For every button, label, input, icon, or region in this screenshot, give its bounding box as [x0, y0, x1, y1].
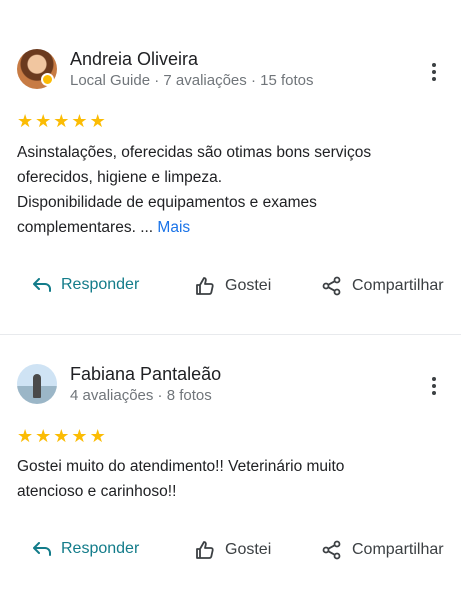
star-icon: ★ [89, 426, 106, 446]
review-text: Gostei muito do atendimento!! Veterinári… [17, 458, 345, 500]
star-icon: ★ [71, 426, 88, 446]
reply-label: Responder [61, 540, 140, 557]
star-icon: ★ [35, 426, 52, 446]
reviewer-name[interactable]: Fabiana Pantaleão [70, 364, 221, 385]
reply-icon [33, 542, 51, 556]
like-button[interactable]: Gostei [195, 540, 271, 560]
star-icon: ★ [17, 426, 34, 446]
reviewer-avatar[interactable] [17, 364, 57, 404]
reviewer-meta: 4 avaliações · 8 fotos [70, 387, 212, 404]
like-label: Gostei [225, 541, 272, 558]
reply-button[interactable]: Responder [33, 540, 139, 558]
review-card: Fabiana Pantaleão 4 avaliações · 8 fotos… [0, 0, 461, 600]
star-rating: ★ ★ ★ ★ ★ [17, 427, 106, 445]
more-vert-icon[interactable] [424, 374, 444, 398]
share-button[interactable]: Compartilhar [322, 540, 444, 560]
star-icon: ★ [53, 426, 70, 446]
share-label: Compartilhar [352, 541, 444, 558]
thumbs-up-icon [196, 541, 214, 559]
share-icon [322, 540, 341, 560]
